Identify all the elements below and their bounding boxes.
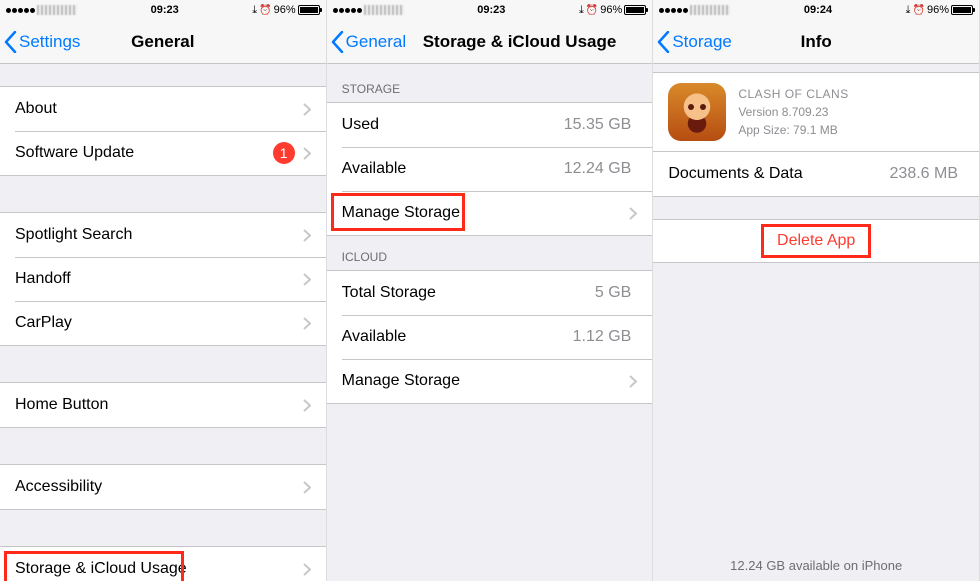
battery-icon [298,5,320,15]
signal-dots-icon [333,8,362,13]
row-storage-icloud[interactable]: Storage & iCloud Usage [0,547,326,581]
back-label: General [346,32,406,52]
row-icloud-manage[interactable]: Manage Storage [327,359,653,403]
nav-bar: Settings General [0,20,326,64]
screen-info: 09:24 ⤓ ⏰ 96% Storage Info CLASH OF CLAN… [653,0,980,581]
row-label: Used [342,116,564,134]
row-carplay[interactable]: CarPlay [0,301,326,345]
alarm-icon: ⏰ [586,5,598,16]
row-manage-storage[interactable]: Manage Storage [327,191,653,235]
chevron-right-icon [303,317,311,330]
back-button[interactable]: General [327,31,406,53]
row-label: About [15,100,303,118]
row-label: Software Update [15,144,273,162]
row-handoff[interactable]: Handoff [0,257,326,301]
content-area: STORAGE Used 15.35 GB Available 12.24 GB… [327,64,653,581]
row-detail: 15.35 GB [564,116,632,134]
row-label: Accessibility [15,478,303,496]
carrier-label [690,5,730,15]
carrier-label [37,5,77,15]
screen-general: 09:23 ⤓ ⏰ 96% Settings General About Sof… [0,0,327,581]
row-total-storage: Total Storage 5 GB [327,271,653,315]
row-detail: 12.24 GB [564,160,632,178]
chevron-right-icon [303,563,311,576]
row-label: Handoff [15,270,303,288]
delete-app-button[interactable]: Delete App [653,219,979,263]
section-header-icloud: ICLOUD [327,236,653,270]
row-detail: 238.6 MB [890,165,958,183]
row-label: Home Button [15,396,303,414]
row-detail: 5 GB [595,284,631,302]
row-label: Manage Storage [342,204,630,222]
row-spotlight[interactable]: Spotlight Search [0,213,326,257]
app-name: CLASH OF CLANS [738,85,848,103]
nav-bar: General Storage & iCloud Usage [327,20,653,64]
chevron-right-icon [629,207,637,220]
status-time: 09:24 [804,4,832,16]
chevron-left-icon [331,31,344,53]
chevron-left-icon [657,31,670,53]
alarm-icon: ⏰ [913,5,925,16]
app-version: Version 8.709.23 [738,103,848,121]
status-bar: 09:23 ⤓ ⏰ 96% [327,0,653,20]
chevron-right-icon [303,147,311,160]
carrier-label [364,5,404,15]
back-button[interactable]: Settings [0,31,80,53]
update-badge: 1 [273,142,295,164]
app-size: App Size: 79.1 MB [738,121,848,139]
back-label: Storage [672,32,732,52]
alarm-icon: ⏰ [259,5,271,16]
nav-bar: Storage Info [653,20,979,64]
row-label: Available [342,160,564,178]
status-bar: 09:24 ⤓ ⏰ 96% [653,0,979,20]
back-button[interactable]: Storage [653,31,732,53]
chevron-right-icon [303,273,311,286]
status-bar: 09:23 ⤓ ⏰ 96% [0,0,326,20]
battery-percent: 96% [274,4,296,16]
footer-available: 12.24 GB available on iPhone [653,558,979,573]
row-accessibility[interactable]: Accessibility [0,465,326,509]
row-label: Storage & iCloud Usage [15,560,303,578]
row-used: Used 15.35 GB [327,103,653,147]
chevron-right-icon [303,481,311,494]
chevron-right-icon [303,399,311,412]
row-label: Available [342,328,573,346]
row-documents-data: Documents & Data 238.6 MB [653,152,979,196]
chevron-right-icon [629,375,637,388]
section-header-storage: STORAGE [327,64,653,102]
signal-dots-icon [6,8,35,13]
row-detail: 1.12 GB [573,328,632,346]
back-label: Settings [19,32,80,52]
content-area: CLASH OF CLANS Version 8.709.23 App Size… [653,64,979,581]
delete-app-label: Delete App [777,232,855,249]
chevron-right-icon [303,103,311,116]
row-label: Manage Storage [342,372,630,390]
row-available: Available 12.24 GB [327,147,653,191]
row-about[interactable]: About [0,87,326,131]
row-software-update[interactable]: Software Update 1 [0,131,326,175]
row-label: CarPlay [15,314,303,332]
row-label: Spotlight Search [15,226,303,244]
lock-icon: ⤓ [906,4,911,17]
signal-dots-icon [659,8,688,13]
chevron-left-icon [4,31,17,53]
row-label: Documents & Data [668,165,889,183]
row-label: Total Storage [342,284,595,302]
row-home-button[interactable]: Home Button [0,383,326,427]
lock-icon: ⤓ [579,4,584,17]
lock-icon: ⤓ [252,4,257,17]
content-area: About Software Update 1 Spotlight Search… [0,64,326,581]
app-icon [668,83,726,141]
row-icloud-available: Available 1.12 GB [327,315,653,359]
status-time: 09:23 [477,4,505,16]
chevron-right-icon [303,229,311,242]
app-header: CLASH OF CLANS Version 8.709.23 App Size… [653,72,979,152]
status-time: 09:23 [151,4,179,16]
battery-icon [624,5,646,15]
battery-percent: 96% [600,4,622,16]
battery-icon [951,5,973,15]
screen-storage: 09:23 ⤓ ⏰ 96% General Storage & iCloud U… [327,0,654,581]
battery-percent: 96% [927,4,949,16]
